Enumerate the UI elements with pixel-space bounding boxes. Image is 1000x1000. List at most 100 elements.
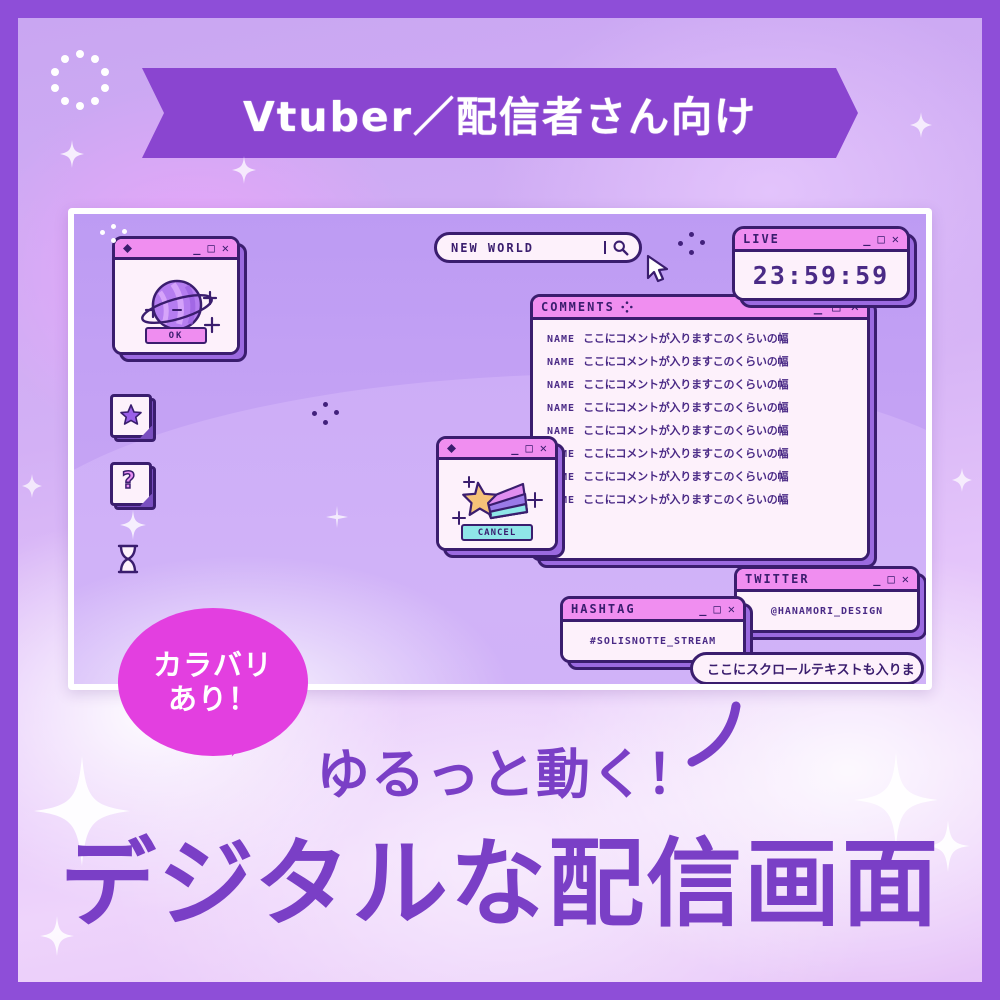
window-title-group: COMMENTS [541,300,633,314]
live-timer-window[interactable]: LIVE _ □ ✕ 23:59:59 [732,226,917,308]
window-controls[interactable]: _ □ ✕ [863,233,899,245]
window-frame: LIVE _ □ ✕ 23:59:59 [732,226,910,301]
window-titlebar[interactable]: TWITTER _ □ ✕ [737,569,917,592]
maximize-icon[interactable]: □ [878,233,885,245]
bubble-line-1: カラバリ [153,647,273,682]
comment-text: ここにコメントが入りますこのくらいの幅 [583,355,789,368]
window-frame: _ □ ✕ [436,436,558,551]
minimize-icon[interactable]: _ [863,233,870,245]
bubble-line-2: あり！ [167,682,258,716]
bubble-text: カラバリ あり！ [118,608,308,756]
minimize-icon[interactable]: _ [511,442,518,454]
window-titlebar[interactable]: _ □ ✕ [115,239,237,260]
comment-text: ここにコメントが入りますこのくらいの幅 [583,378,789,391]
comment-row: NAMEここにコメントが入りますこのくらいの幅 [547,445,861,461]
mouse-cursor-icon [646,254,669,283]
sparkle-icon [22,474,42,498]
window-controls[interactable]: _ □ ✕ [193,242,229,254]
window-frame: COMMENTS _ □ ✕ NAMEここにコメントが入りますこのく [530,294,870,561]
spinner-dot [91,54,100,63]
hourglass-icon [117,544,139,574]
comment-author: NAME [547,380,576,391]
comment-text: ここにコメントが入りますこのくらいの幅 [583,447,789,460]
window-controls[interactable]: _ □ ✕ [511,442,547,454]
search-input-top[interactable]: NEW WORLD [434,232,642,263]
color-variation-bubble: カラバリ あり！ [118,608,308,763]
maximize-icon[interactable]: □ [714,603,721,615]
window-titlebar[interactable]: LIVE _ □ ✕ [735,229,907,252]
window-title [447,443,456,453]
comment-row: NAMEここにコメントが入りますこのくらいの幅 [547,422,861,438]
maximize-icon[interactable]: □ [526,442,533,454]
maximize-icon[interactable]: □ [208,242,215,254]
comments-list[interactable]: NAME ここにコメントが入りますこのくらいの幅 NAME ここにコメントが入りますこ… [533,320,867,558]
sparkle-icon [60,140,84,168]
close-icon[interactable]: ✕ [728,603,735,615]
ribbon-label: Vtuber／配信者さん向け [243,93,757,141]
search-value[interactable]: ここにスクロールテキストも入りま [707,659,915,678]
comment-text: ここにコメントが入りますこのくらいの幅 [583,424,789,437]
spinner-dot [60,97,69,106]
comment-text: ここにコメントが入りますこのくらいの幅 [583,401,789,414]
spinner-dot [100,84,109,93]
hashtag-value: #SOLISNOTTE_STREAM [589,635,717,647]
comment-row: NAME ここにコメントが入りますこのくらいの幅 [547,330,861,346]
window-titlebar[interactable]: HASHTAG _ □ ✕ [563,599,743,622]
ok-button[interactable]: OK [145,327,207,344]
diamond-icon [447,443,456,453]
cancel-button[interactable]: CANCEL [461,524,533,541]
minimize-icon[interactable]: _ [699,603,706,615]
text-caret [604,241,606,254]
star-dialog-window[interactable]: _ □ ✕ CANCEL [436,436,565,558]
dot-cluster [678,232,708,256]
sub-heading: ゆるっと動く！ [316,743,701,806]
comment-author: NAME [547,403,576,414]
help-file-icon[interactable]: ? [110,462,156,510]
window-title: LIVE [743,232,780,246]
window-body: @HANAMORI_DESIGN [737,592,917,630]
sparkle-icon [910,112,932,138]
search-icon[interactable] [612,239,629,256]
window-title: COMMENTS [541,300,615,314]
dot-cluster [312,402,342,426]
maximize-icon[interactable]: □ [888,573,895,585]
search-value[interactable]: NEW WORLD [451,241,598,255]
star-glyph-icon [120,404,142,425]
close-icon[interactable]: ✕ [540,442,547,454]
window-controls[interactable]: _ □ ✕ [699,603,735,615]
window-titlebar[interactable]: _ □ ✕ [439,439,555,460]
comment-row: NAME ここにコメントが入りますこのくらいの幅 [547,353,861,369]
loading-spinner-icon [48,48,112,112]
close-icon[interactable]: ✕ [892,233,899,245]
twitter-window[interactable]: TWITTER _ □ ✕ @HANAMORI_DESIGN [734,566,926,640]
comment-text: ここにコメントが入りますこのくらいの幅 [583,332,789,345]
minimize-icon[interactable]: _ [193,242,200,254]
spinner-dot [100,67,109,76]
search-input-bottom[interactable]: ここにスクロールテキストも入りま [690,652,924,684]
comment-author: NAME [547,357,576,368]
minimize-icon[interactable]: _ [873,573,880,585]
motion-swoosh-icon [687,701,741,767]
star-file-icon[interactable] [110,394,156,442]
window-body: CANCEL [439,460,555,548]
spinner-dot [60,54,69,63]
sparkle-icon [120,510,146,540]
comment-row: NAME ここにコメントが入りますこのくらいの幅 [547,399,861,415]
planet-dialog-window[interactable]: _ □ ✕ OK [112,236,247,362]
comments-window[interactable]: COMMENTS _ □ ✕ NAMEここにコメントが入りますこのく [530,294,877,568]
comment-row: NAMEここにコメントが入りますこのくらいの幅 [547,468,861,484]
spinner-dot [51,84,60,93]
twitter-handle: @HANAMORI_DESIGN [770,605,884,617]
close-icon[interactable]: ✕ [222,242,229,254]
comment-author: NAME [547,334,576,345]
window-controls[interactable]: _ □ ✕ [873,573,909,585]
window-frame: TWITTER _ □ ✕ @HANAMORI_DESIGN [734,566,920,633]
sparkle-plus-icon [326,506,348,528]
window-frame: _ □ ✕ [112,236,240,355]
close-icon[interactable]: ✕ [902,573,909,585]
spinner-dot [76,102,84,110]
comment-text: ここにコメントが入りますこのくらいの幅 [583,470,789,483]
window-body: OK [115,260,237,352]
dot-cluster [100,224,130,246]
main-heading: デジタルな配信画面 [59,828,941,940]
